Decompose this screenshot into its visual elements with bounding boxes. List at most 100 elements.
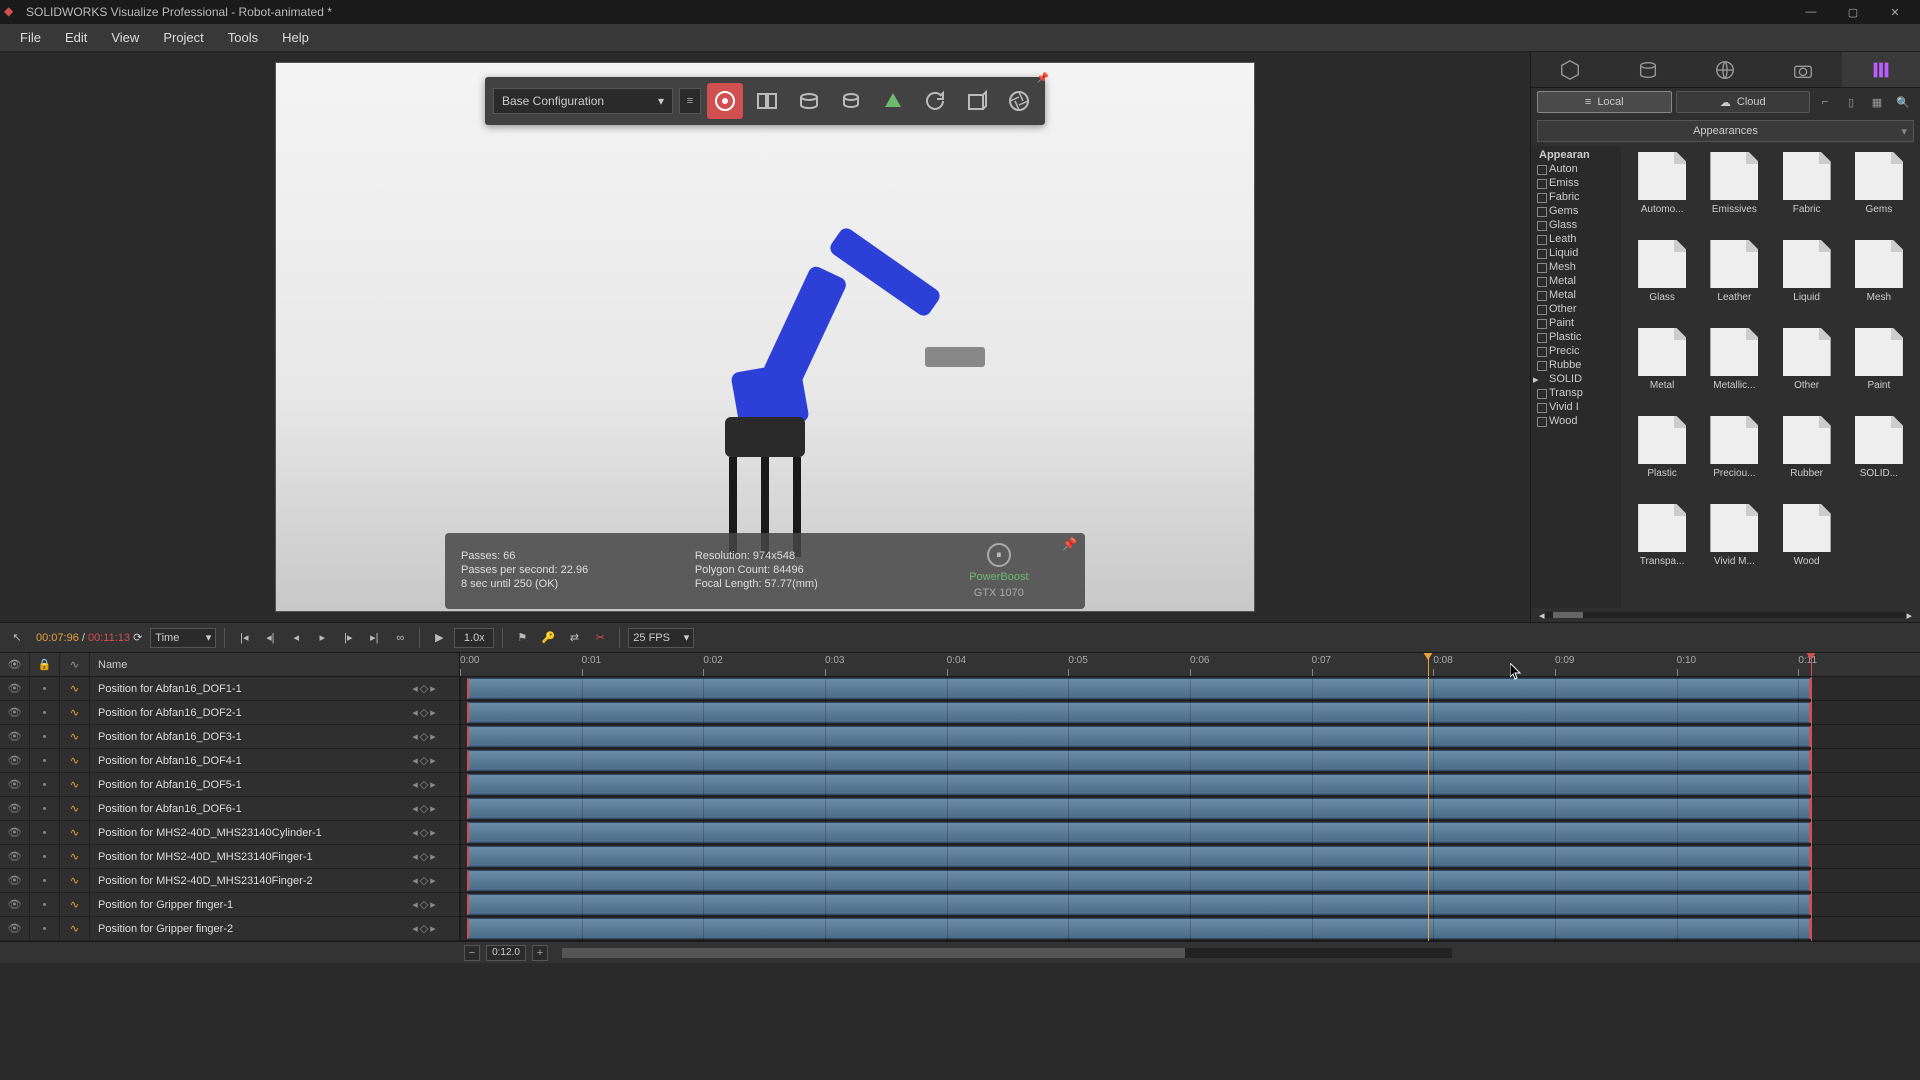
asset-folder[interactable]: Emissives: [1699, 152, 1769, 238]
local-tab[interactable]: ≡Local: [1537, 91, 1672, 113]
prev-key-button[interactable]: ◂: [412, 922, 418, 935]
tree-item[interactable]: Rubbe: [1531, 358, 1621, 372]
tab-cameras[interactable]: [1764, 52, 1842, 87]
menu-view[interactable]: View: [99, 26, 151, 49]
timeline-ruler[interactable]: 0:000:010:020:030:040:050:060:070:080:09…: [460, 653, 1920, 676]
auto-key-button[interactable]: 🔑: [537, 627, 559, 649]
asset-folder[interactable]: Mesh: [1844, 240, 1914, 326]
next-key-button[interactable]: ▸: [430, 682, 436, 695]
name-column-header[interactable]: Name: [90, 659, 459, 671]
track-row[interactable]: 👁•∿Position for Abfan16_DOF4-1◂ ◇ ▸: [0, 749, 459, 773]
tab-appearances[interactable]: [1609, 52, 1687, 87]
playhead[interactable]: [1428, 653, 1429, 676]
tree-scrollbar[interactable]: ◂ ▸: [1531, 608, 1920, 622]
key-indicator[interactable]: ◇: [420, 778, 428, 791]
appearance-paint-button[interactable]: [791, 83, 827, 119]
key-indicator[interactable]: ◇: [420, 874, 428, 887]
tree-item[interactable]: Plastic: [1531, 330, 1621, 344]
zoom-out-button[interactable]: −: [464, 945, 480, 961]
zoom-in-button[interactable]: +: [532, 945, 548, 961]
minimize-button[interactable]: —: [1790, 0, 1832, 24]
curve-toggle[interactable]: ∿: [60, 773, 90, 797]
playback-speed[interactable]: 1.0x: [454, 628, 494, 648]
pin-icon[interactable]: 📌: [1062, 537, 1077, 551]
track-row[interactable]: 👁•∿Position for Abfan16_DOF3-1◂ ◇ ▸: [0, 725, 459, 749]
tree-item[interactable]: Paint: [1531, 316, 1621, 330]
split-view-button[interactable]: [749, 83, 785, 119]
menu-file[interactable]: File: [8, 26, 53, 49]
curve-toggle[interactable]: ∿: [60, 701, 90, 725]
lock-toggle[interactable]: •: [30, 797, 60, 821]
asset-folder[interactable]: Metal: [1627, 328, 1697, 414]
cut-button[interactable]: ✂: [589, 627, 611, 649]
next-key-button[interactable]: ▸: [430, 778, 436, 791]
visibility-toggle[interactable]: 👁: [0, 725, 30, 749]
tree-item[interactable]: Precic: [1531, 344, 1621, 358]
menu-help[interactable]: Help: [270, 26, 321, 49]
animation-clip[interactable]: [467, 726, 1810, 747]
maximize-button[interactable]: ▢: [1832, 0, 1874, 24]
asset-folder[interactable]: Other: [1772, 328, 1842, 414]
next-key-button[interactable]: ▸: [430, 730, 436, 743]
visibility-toggle[interactable]: 👁: [0, 821, 30, 845]
asset-folder[interactable]: Plastic: [1627, 416, 1697, 502]
track-row[interactable]: 👁•∿Position for Gripper finger-1◂ ◇ ▸: [0, 893, 459, 917]
time-mode-select[interactable]: Time▾: [150, 628, 216, 648]
prev-key-button[interactable]: ◂: [412, 826, 418, 839]
tree-item[interactable]: Metal: [1531, 274, 1621, 288]
prev-key-button[interactable]: ◂: [412, 682, 418, 695]
pin-icon[interactable]: 📌: [1037, 73, 1049, 84]
key-indicator[interactable]: ◇: [420, 706, 428, 719]
new-folder-button[interactable]: ⌐: [1814, 91, 1836, 113]
asset-folder[interactable]: Transpa...: [1627, 504, 1697, 590]
step-forward-button[interactable]: |▸: [337, 627, 359, 649]
track-row[interactable]: 👁•∿Position for Gripper finger-2◂ ◇ ▸: [0, 917, 459, 941]
key-indicator[interactable]: ◇: [420, 850, 428, 863]
animation-tool-button[interactable]: ↖: [6, 627, 28, 649]
layout-button[interactable]: ▯: [1840, 91, 1862, 113]
lock-toggle[interactable]: •: [30, 869, 60, 893]
curve-toggle[interactable]: ∿: [60, 797, 90, 821]
viewport[interactable]: 📌 Base Configuration ▾ ≡: [275, 62, 1255, 612]
animation-clip[interactable]: [467, 822, 1810, 843]
animation-clip[interactable]: [467, 774, 1810, 795]
grid-view-button[interactable]: ▦: [1866, 91, 1888, 113]
asset-folder[interactable]: Fabric: [1772, 152, 1842, 238]
tab-library[interactable]: [1842, 52, 1920, 87]
lock-toggle[interactable]: •: [30, 845, 60, 869]
close-button[interactable]: ✕: [1874, 0, 1916, 24]
fps-select[interactable]: 25 FPS▾: [628, 628, 694, 648]
tree-item[interactable]: Mesh: [1531, 260, 1621, 274]
animation-clip[interactable]: [467, 870, 1810, 891]
asset-folder[interactable]: Vivid M...: [1699, 504, 1769, 590]
key-indicator[interactable]: ◇: [420, 682, 428, 695]
key-indicator[interactable]: ◇: [420, 802, 428, 815]
play-reverse-button[interactable]: ◂: [285, 627, 307, 649]
curve-column-header[interactable]: ∿: [60, 653, 90, 677]
go-to-start-button[interactable]: |◂: [233, 627, 255, 649]
track-row[interactable]: 👁•∿Position for MHS2-40D_MHS23140Cylinde…: [0, 821, 459, 845]
visibility-toggle[interactable]: 👁: [0, 845, 30, 869]
search-button[interactable]: 🔍: [1892, 91, 1914, 113]
asset-folder[interactable]: SOLID...: [1844, 416, 1914, 502]
prev-key-button[interactable]: ◂: [412, 706, 418, 719]
environment-button[interactable]: [833, 83, 869, 119]
prev-key-button[interactable]: ◂: [412, 754, 418, 767]
animation-clip[interactable]: [467, 846, 1810, 867]
visibility-toggle[interactable]: 👁: [0, 797, 30, 821]
scene-tree-button[interactable]: [875, 83, 911, 119]
tree-item[interactable]: Gems: [1531, 204, 1621, 218]
tree-item[interactable]: Metal: [1531, 288, 1621, 302]
menu-edit[interactable]: Edit: [53, 26, 99, 49]
tree-item[interactable]: Leath: [1531, 232, 1621, 246]
asset-folder[interactable]: Automo...: [1627, 152, 1697, 238]
track-row[interactable]: 👁•∿Position for MHS2-40D_MHS23140Finger-…: [0, 845, 459, 869]
key-indicator[interactable]: ◇: [420, 730, 428, 743]
tree-item[interactable]: Other: [1531, 302, 1621, 316]
visibility-toggle[interactable]: 👁: [0, 749, 30, 773]
scroll-right-icon[interactable]: ▸: [1906, 609, 1912, 622]
asset-folder[interactable]: Metallic...: [1699, 328, 1769, 414]
pause-render-button[interactable]: ⏸: [987, 543, 1011, 567]
tree-item[interactable]: Vivid I: [1531, 400, 1621, 414]
animation-clip[interactable]: [467, 678, 1810, 699]
